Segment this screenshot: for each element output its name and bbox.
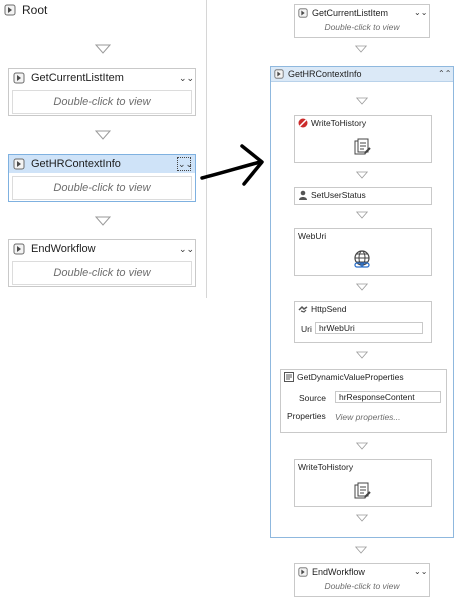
activity-set-user-status[interactable]: SetUserStatus <box>294 187 432 205</box>
sequence-get-hr-context-info[interactable]: GetHRContextInfo ⌃⌃ WriteToHistory SetUs… <box>270 66 454 538</box>
activity-write-to-history[interactable]: WriteToHistory <box>294 459 432 507</box>
activity-end-workflow[interactable]: EndWorkflow ⌄⌄ Double-click to view <box>8 239 196 287</box>
expand-chevron-icon[interactable]: ⌄⌄ <box>414 7 427 19</box>
activity-title: SetUserStatus <box>311 190 366 200</box>
activity-get-current-list-item-expanded-view[interactable]: GetCurrentListItem ⌄⌄ Double-click to vi… <box>294 4 430 38</box>
document-edit-icon <box>353 482 371 505</box>
activity-get-current-list-item[interactable]: GetCurrentListItem ⌄⌄ Double-click to vi… <box>8 68 196 116</box>
properties-label: Properties <box>287 411 326 421</box>
expand-chevron-icon[interactable]: ⌄⌄ <box>177 157 193 171</box>
drop-target-arrow[interactable] <box>95 216 111 226</box>
handshake-icon <box>298 304 308 314</box>
activity-body[interactable]: Double-click to view <box>12 176 192 200</box>
activity-header: GetHRContextInfo ⌄⌄ <box>9 155 195 173</box>
user-icon <box>298 190 308 200</box>
drop-target-arrow[interactable] <box>356 442 368 450</box>
drop-target-arrow[interactable] <box>356 283 368 291</box>
root-header: Root <box>4 2 47 18</box>
activity-header: EndWorkflow ⌄⌄ <box>295 564 429 579</box>
drop-target-arrow[interactable] <box>355 546 367 554</box>
activity-title: EndWorkflow <box>312 566 365 577</box>
annotation-arrow <box>200 144 264 186</box>
expand-chevron-icon[interactable]: ⌄⌄ <box>179 72 194 84</box>
activity-title: EndWorkflow <box>31 243 96 255</box>
globe-link-icon <box>352 249 372 274</box>
root-label: Root <box>22 3 48 17</box>
drop-target-arrow[interactable] <box>356 514 368 522</box>
activity-title: GetCurrentListItem <box>31 72 124 84</box>
activity-header: GetCurrentListItem ⌄⌄ <box>9 69 195 87</box>
activity-get-dynamic-value-properties[interactable]: GetDynamicValueProperties Source hrRespo… <box>280 369 447 433</box>
properties-icon <box>284 372 294 382</box>
activity-header: HttpSend <box>295 302 431 316</box>
collapse-chevron-icon[interactable]: ⌃⌃ <box>438 68 451 80</box>
workflow-icon <box>4 4 16 16</box>
activity-get-hr-context-info[interactable]: GetHRContextInfo ⌄⌄ Double-click to view <box>8 154 196 202</box>
activity-icon <box>298 566 308 577</box>
drop-target-arrow[interactable] <box>95 130 111 140</box>
sequence-header: GetHRContextInfo ⌃⌃ <box>271 67 453 82</box>
activity-header: WriteToHistory <box>295 116 431 130</box>
activity-header: EndWorkflow ⌄⌄ <box>9 240 195 258</box>
activity-web-uri[interactable]: WebUri <box>294 228 432 276</box>
activity-body[interactable]: Double-click to view <box>298 20 426 34</box>
activity-title: WebUri <box>298 231 327 241</box>
source-label: Source <box>299 393 326 403</box>
sequence-icon <box>274 69 284 79</box>
activity-write-to-history[interactable]: WriteToHistory <box>294 115 432 163</box>
activity-icon <box>13 72 25 84</box>
view-properties-link[interactable]: View properties... <box>335 412 401 422</box>
drop-target-arrow[interactable] <box>355 45 367 53</box>
drop-target-arrow[interactable] <box>356 211 368 219</box>
activity-header: GetCurrentListItem ⌄⌄ <box>295 5 429 20</box>
expand-chevron-icon[interactable]: ⌄⌄ <box>414 566 427 578</box>
uri-input[interactable]: hrWebUri <box>315 322 423 334</box>
drop-target-arrow[interactable] <box>356 97 368 105</box>
activity-title: GetCurrentListItem <box>312 7 389 18</box>
activity-icon <box>298 7 308 18</box>
activity-header: SetUserStatus <box>295 188 431 202</box>
activity-title: GetHRContextInfo <box>31 158 121 170</box>
activity-title: WriteToHistory <box>298 462 354 472</box>
activity-icon <box>13 243 25 255</box>
activity-icon <box>13 158 25 170</box>
activity-end-workflow-expanded-view[interactable]: EndWorkflow ⌄⌄ Double-click to view <box>294 563 430 597</box>
expand-chevron-icon[interactable]: ⌄⌄ <box>179 243 194 255</box>
drop-target-arrow[interactable] <box>356 171 368 179</box>
activity-header: WebUri <box>295 229 431 243</box>
activity-title: GetDynamicValueProperties <box>297 372 404 382</box>
activity-http-send[interactable]: HttpSend Uri hrWebUri <box>294 301 432 343</box>
activity-title: WriteToHistory <box>311 118 367 128</box>
activity-header: WriteToHistory <box>295 460 431 474</box>
workflow-designer-root-panel: Root GetCurrentListItem ⌄⌄ Double-click … <box>0 0 207 298</box>
source-input[interactable]: hrResponseContent <box>335 391 441 403</box>
uri-label: Uri <box>301 324 312 334</box>
sequence-title: GetHRContextInfo <box>288 69 362 79</box>
drop-target-arrow[interactable] <box>95 44 111 54</box>
activity-title: HttpSend <box>311 304 347 314</box>
drop-target-arrow[interactable] <box>356 351 368 359</box>
activity-header: GetDynamicValueProperties <box>281 370 446 384</box>
activity-body[interactable]: Double-click to view <box>12 261 192 285</box>
activity-body[interactable]: Double-click to view <box>298 579 426 593</box>
activity-body[interactable]: Double-click to view <box>12 90 192 114</box>
error-icon <box>298 118 308 128</box>
document-edit-icon <box>353 138 371 161</box>
